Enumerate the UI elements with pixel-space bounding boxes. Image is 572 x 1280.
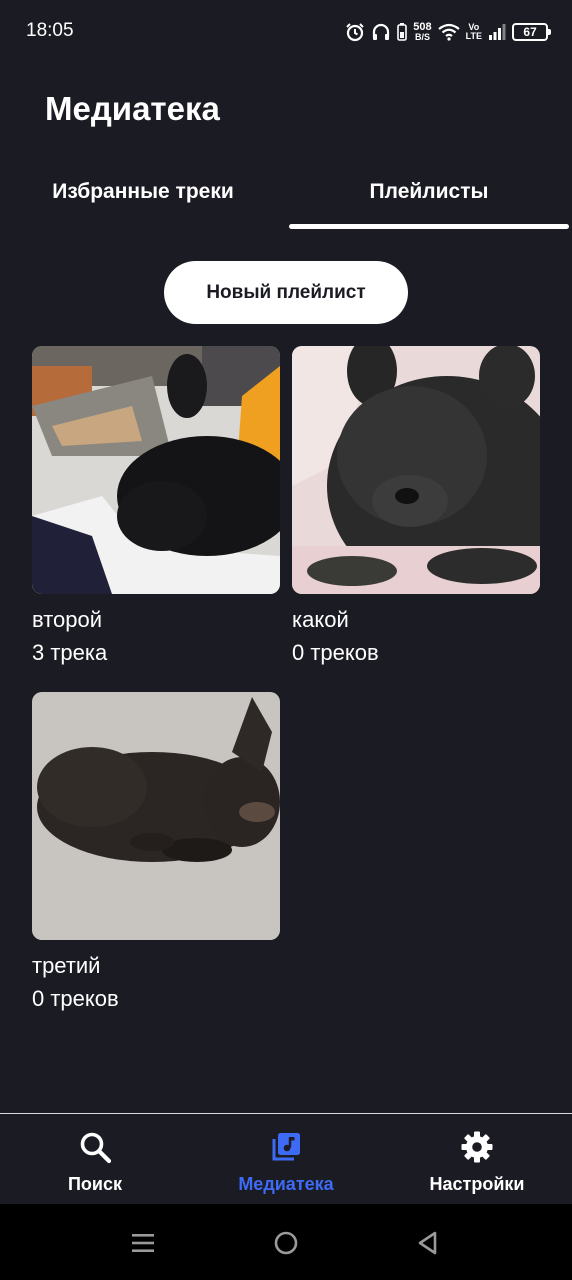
- wifi-icon: [437, 23, 460, 41]
- playlist-name: какой: [292, 607, 349, 632]
- system-navigation-bar: [0, 1204, 572, 1280]
- nav-library-label: Медиатека: [238, 1174, 334, 1194]
- playlist-cover-image: [32, 692, 280, 940]
- network-speed: 508 B/S: [413, 22, 431, 42]
- battery-indicator: 67: [512, 23, 551, 41]
- nav-search-label: Поиск: [67, 1174, 123, 1194]
- tab-bar: Избранные треки Плейлисты: [0, 160, 572, 230]
- playlist-name: третий: [32, 953, 101, 978]
- menu-icon[interactable]: [128, 1228, 158, 1258]
- nav-settings[interactable]: Настройки: [382, 1114, 572, 1204]
- battery-saver-icon: [397, 23, 408, 41]
- home-circle-icon[interactable]: [271, 1228, 301, 1258]
- search-icon: [78, 1130, 112, 1164]
- playlist-name: второй: [32, 607, 103, 632]
- status-bar: 18:05 508 B/S Vo LTE 67: [0, 0, 572, 64]
- playlist-card[interactable]: какой 0 треков: [292, 346, 540, 666]
- playlist-track-count: 0 треков: [292, 640, 379, 665]
- playlist-track-count: 3 трека: [32, 640, 108, 665]
- tab-playlists[interactable]: Плейлисты: [286, 160, 572, 230]
- status-icons: 508 B/S Vo LTE 67: [345, 18, 551, 46]
- music-library-icon: [269, 1130, 303, 1164]
- page-title: Медиатека: [45, 90, 220, 127]
- nav-settings-label: Настройки: [429, 1174, 525, 1194]
- tab-favorite-tracks[interactable]: Избранные треки: [0, 160, 286, 230]
- playlist-track-count: 0 треков: [32, 986, 119, 1011]
- playlist-cover-image: [292, 346, 540, 594]
- nav-search[interactable]: Поиск: [0, 1114, 190, 1204]
- new-playlist-button[interactable]: Новый плейлист: [164, 261, 408, 324]
- alarm-icon: [345, 22, 365, 42]
- gear-icon: [460, 1130, 494, 1164]
- screen: 18:05 508 B/S Vo LTE 67 Медиатека Избран…: [0, 0, 572, 1280]
- network-speed-unit: B/S: [414, 32, 430, 42]
- bottom-nav: Поиск Медиатека Настройки: [0, 1114, 572, 1204]
- playlist-card[interactable]: третий 0 треков: [32, 692, 280, 1012]
- nav-library[interactable]: Медиатека: [191, 1114, 381, 1204]
- signal-icon: [488, 23, 506, 41]
- volte-bottom: LTE: [465, 31, 482, 41]
- active-tab-indicator: [289, 224, 569, 229]
- back-triangle-icon[interactable]: [413, 1228, 443, 1258]
- headphones-icon: [371, 22, 391, 42]
- volte-indicator: Vo LTE: [466, 23, 482, 41]
- playlist-card[interactable]: второй 3 трека: [32, 346, 280, 666]
- playlist-cover-image: [32, 346, 280, 594]
- status-time: 18:05: [26, 20, 74, 41]
